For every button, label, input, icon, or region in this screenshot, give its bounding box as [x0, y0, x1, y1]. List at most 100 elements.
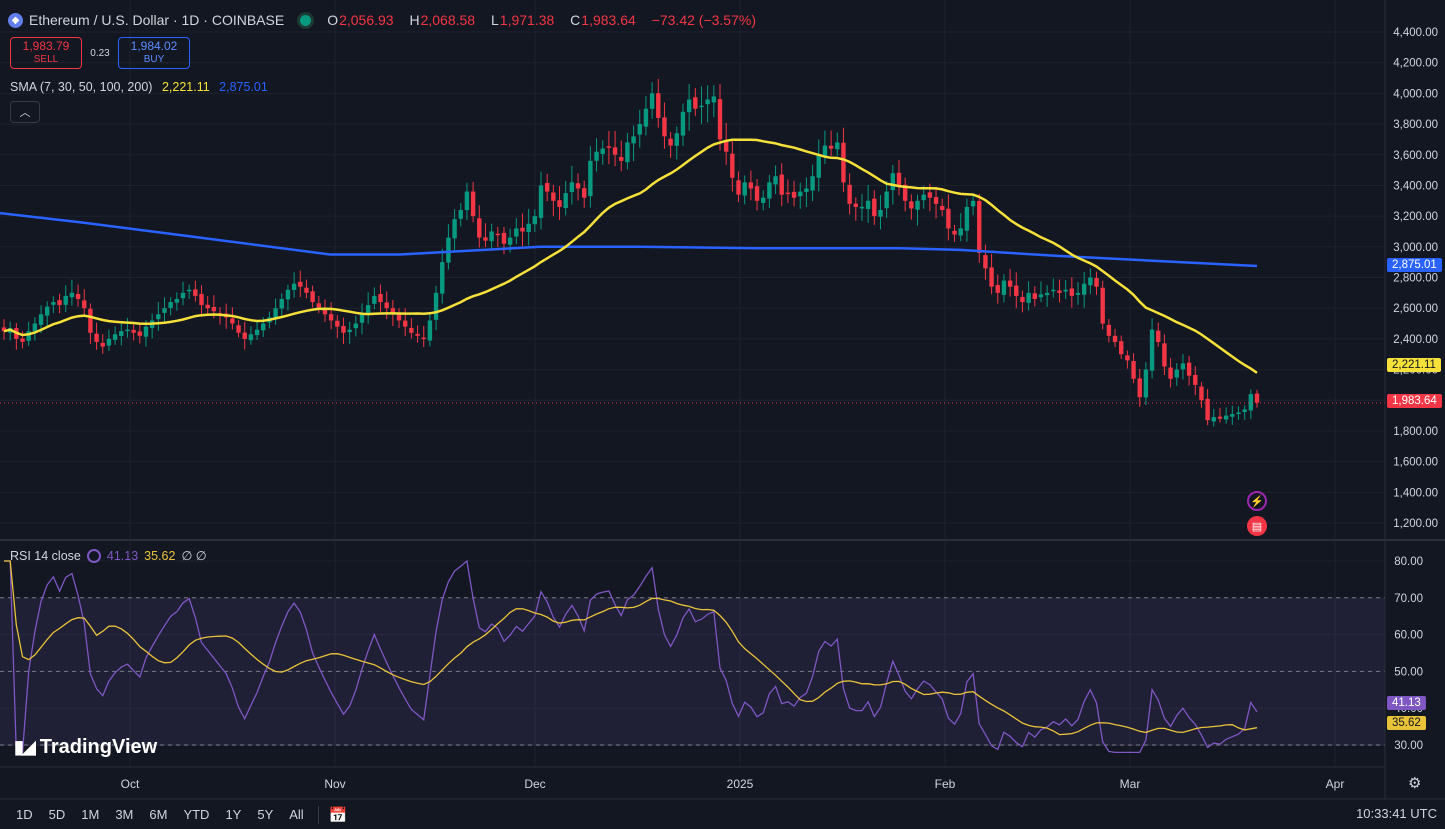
candle-body [1119, 341, 1124, 355]
buy-button[interactable]: 1,984.02 BUY [118, 37, 190, 69]
candle-body [254, 329, 260, 336]
sma-legend[interactable]: SMA (7, 30, 50, 100, 200) 2,221.11 2,875… [10, 80, 268, 94]
candle-body [440, 262, 445, 294]
candle-body [785, 192, 791, 195]
candle-body [1223, 415, 1229, 420]
last-price-badge: 1,983.64 [1387, 394, 1442, 408]
candle-body [569, 182, 575, 193]
candle-body [705, 99, 710, 105]
candle-body [1081, 283, 1087, 295]
candle-body [791, 191, 797, 198]
tradingview-logo[interactable]: ▮◢ TradingView [14, 736, 157, 759]
candle-body [940, 205, 945, 210]
candle-body [359, 314, 365, 323]
candle-body [520, 227, 525, 232]
candle-body [63, 295, 68, 305]
candle-body [625, 142, 630, 163]
candle-body [1217, 416, 1223, 419]
calendar-icon[interactable]: 📅 [329, 806, 348, 824]
candle-body [137, 331, 142, 336]
candle-body [131, 329, 136, 333]
price-tick-label: 3,600.00 [1393, 150, 1438, 162]
candle-body [1038, 294, 1044, 298]
candle-body [353, 323, 359, 329]
candle-body [594, 151, 599, 161]
candle-body [125, 329, 130, 332]
time-tick-label: Oct [121, 777, 140, 791]
rsi-band [0, 598, 1385, 746]
range-1m[interactable]: 1M [77, 807, 103, 822]
logo-text: TradingView [39, 736, 158, 758]
candle-body [298, 281, 303, 287]
clock[interactable]: 10:33:41 UTC [1356, 806, 1437, 821]
price-tick-label: 4,400.00 [1393, 27, 1438, 39]
candle-body [32, 323, 38, 332]
candle-body [1211, 417, 1216, 422]
candle-body [551, 192, 556, 201]
candle-body [1162, 343, 1167, 367]
candle-body [736, 180, 741, 195]
candle-body [563, 193, 568, 209]
candle-body [119, 331, 124, 336]
candle-body [1193, 374, 1198, 385]
sma-long-value: 2,875.01 [219, 80, 268, 94]
time-tick-label: Feb [935, 777, 956, 791]
time-tick-label: Mar [1120, 777, 1141, 791]
time-tick-label: Apr [1326, 777, 1345, 791]
candle-body [143, 326, 149, 337]
candle-body [804, 188, 809, 192]
range-all[interactable]: All [285, 807, 307, 822]
collapse-legend-button[interactable]: ︿ [10, 101, 40, 123]
candle-body [409, 327, 414, 333]
candle-body [1106, 324, 1112, 336]
candle-body [242, 332, 247, 339]
trade-panel: 1,983.79 SELL 0.23 1,984.02 BUY [10, 37, 190, 69]
symbol-title[interactable]: Ethereum / U.S. Dollar · 1D · COINBASE [29, 12, 284, 28]
range-3m[interactable]: 3M [111, 807, 137, 822]
candle-body [717, 99, 723, 140]
sell-label: SELL [33, 54, 59, 65]
us-flag-icon[interactable]: ▤ [1247, 516, 1267, 536]
sma-legend-label: SMA (7, 30, 50, 100, 200) [10, 80, 153, 94]
candle-body [211, 307, 217, 312]
candle-body [38, 314, 44, 325]
rsi-settings-icon[interactable] [86, 548, 101, 563]
candle-body [384, 302, 389, 309]
range-ytd[interactable]: YTD [179, 807, 213, 822]
market-status-icon[interactable] [300, 14, 312, 26]
candle-body [51, 302, 56, 305]
candle-body [94, 333, 99, 342]
range-5y[interactable]: 5Y [253, 807, 277, 822]
candle-body [310, 291, 315, 303]
rsi-legend[interactable]: RSI 14 close 41.13 35.62 ∅ ∅ [10, 548, 207, 563]
rsi-ma-badge: 35.62 [1387, 716, 1426, 730]
candle-body [458, 209, 463, 219]
candle-body [680, 111, 686, 136]
candle-body [977, 200, 982, 253]
candle-body [1007, 280, 1013, 287]
lightning-icon[interactable]: ⚡ [1247, 491, 1267, 511]
candle-body [341, 325, 346, 333]
candle-body [538, 185, 544, 218]
rsi-ma-value: 35.62 [144, 548, 176, 563]
candle-body [464, 191, 470, 211]
sell-button[interactable]: 1,983.79 SELL [10, 37, 82, 69]
rsi-tick-label: 80.00 [1394, 556, 1423, 568]
range-1y[interactable]: 1Y [221, 807, 245, 822]
price-tick-label: 3,800.00 [1393, 119, 1438, 131]
range-1d[interactable]: 1D [12, 807, 37, 822]
candle-body [261, 323, 266, 331]
candle-body [1112, 335, 1118, 342]
candle-body [1205, 398, 1210, 421]
candle-body [279, 298, 284, 309]
settings-icon[interactable]: ⚙ [1408, 774, 1421, 792]
candle-body [575, 183, 581, 189]
range-5d[interactable]: 5D [45, 807, 70, 822]
candle-body [730, 153, 735, 178]
range-6m[interactable]: 6M [145, 807, 171, 822]
candle-body [100, 342, 105, 347]
chart-canvas[interactable]: 4,400.00 4,200.00 4,000.00 3,800.00 3,600.00… [0, 0, 1445, 829]
candle-body [1168, 367, 1173, 379]
candle-body [507, 237, 513, 245]
candle-body [674, 133, 679, 146]
